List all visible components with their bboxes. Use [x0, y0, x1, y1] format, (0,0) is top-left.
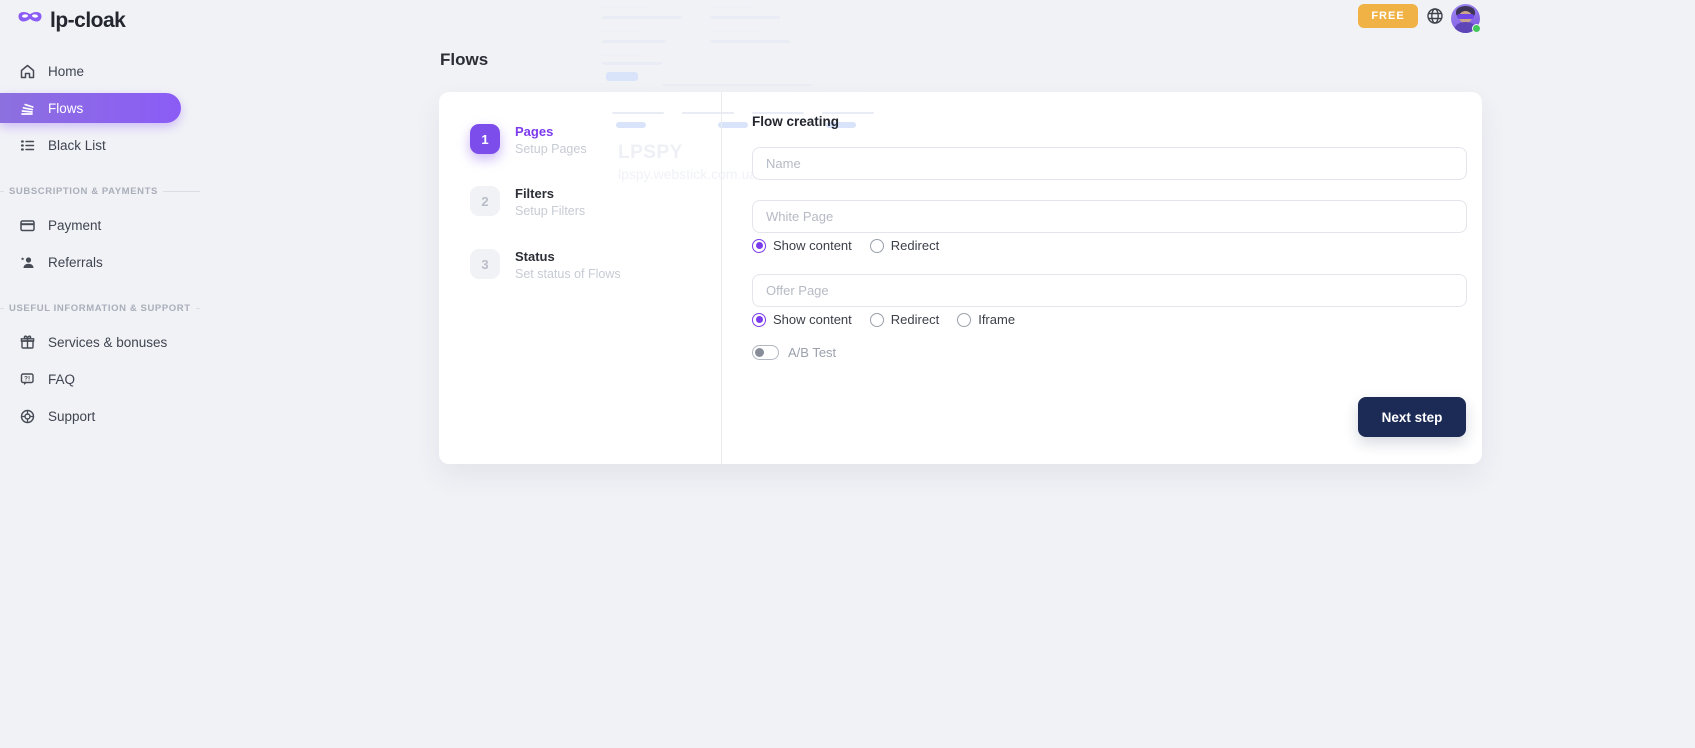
sidebar-item-home[interactable]: Home [0, 56, 200, 86]
svg-text:?!: ?! [24, 375, 30, 382]
sidebar-item-faq[interactable]: ?! FAQ [0, 364, 200, 394]
radio-unselected-icon [957, 313, 971, 327]
offer-page-input[interactable] [752, 274, 1467, 307]
section-header-support: USEFUL INFORMATION & SUPPORT [0, 298, 200, 318]
mask-logo-icon [17, 8, 43, 33]
radio-redirect[interactable]: Redirect [870, 312, 939, 327]
section-header-subscription: SUBSCRIPTION & PAYMENTS [0, 181, 200, 201]
sidebar-item-services[interactable]: Services & bonuses [0, 327, 200, 357]
sidebar-nav: Home Flows Black List [0, 56, 200, 438]
radio-selected-icon [752, 239, 766, 253]
offer-page-mode-radios: Show content Redirect Iframe [752, 312, 1015, 327]
step-status[interactable]: 3 Status Set status of Flows [470, 249, 621, 281]
language-globe-icon[interactable] [1426, 7, 1444, 25]
sidebar-item-flows[interactable]: Flows [0, 93, 181, 123]
lifebuoy-icon [19, 408, 36, 425]
step-subtitle: Setup Filters [515, 204, 585, 218]
radio-unselected-icon [870, 239, 884, 253]
step-number: 1 [470, 124, 500, 154]
step-title: Status [515, 249, 621, 264]
sidebar-item-black-list[interactable]: Black List [0, 130, 200, 160]
list-icon [19, 137, 36, 154]
sidebar-item-support[interactable]: Support [0, 401, 200, 431]
next-step-button[interactable]: Next step [1358, 397, 1466, 437]
sidebar-item-label: Support [48, 409, 95, 424]
radio-redirect[interactable]: Redirect [870, 238, 939, 253]
online-status-dot [1472, 24, 1481, 33]
ab-test-toggle-row[interactable]: A/B Test [752, 345, 836, 360]
white-page-input[interactable] [752, 200, 1467, 233]
ab-test-toggle[interactable] [752, 345, 779, 360]
white-page-mode-radios: Show content Redirect [752, 238, 939, 253]
sidebar-item-label: Referrals [48, 255, 103, 270]
step-title: Pages [515, 124, 587, 139]
sidebar-item-label: Flows [48, 101, 83, 116]
radio-iframe[interactable]: Iframe [957, 312, 1015, 327]
step-number: 3 [470, 249, 500, 279]
referral-user-icon [19, 254, 36, 271]
sidebar-item-label: FAQ [48, 372, 75, 387]
card-divider [721, 92, 722, 464]
sidebar-item-label: Payment [48, 218, 101, 233]
radio-show-content[interactable]: Show content [752, 238, 852, 253]
gift-icon [19, 334, 36, 351]
credit-card-icon [19, 217, 36, 234]
step-filters[interactable]: 2 Filters Setup Filters [470, 186, 585, 218]
home-icon [19, 63, 36, 80]
sidebar: lp-cloak Home Flows [0, 0, 200, 748]
radio-selected-icon [752, 313, 766, 327]
sidebar-item-referrals[interactable]: Referrals [0, 247, 200, 277]
faq-bubble-icon: ?! [19, 371, 36, 388]
step-pages[interactable]: 1 Pages Setup Pages [470, 124, 587, 156]
step-subtitle: Set status of Flows [515, 267, 621, 281]
form-title: Flow creating [752, 114, 839, 129]
step-number: 2 [470, 186, 500, 216]
step-subtitle: Setup Pages [515, 142, 587, 156]
sidebar-item-label: Home [48, 64, 84, 79]
sidebar-item-label: Black List [48, 138, 106, 153]
flow-creating-card-content: 1 Pages Setup Pages 2 Filters Setup Filt… [439, 92, 1482, 464]
flows-icon [19, 100, 36, 117]
brand-logo[interactable]: lp-cloak [17, 8, 125, 33]
page-title: Flows [440, 50, 488, 70]
radio-show-content[interactable]: Show content [752, 312, 852, 327]
plan-badge[interactable]: FREE [1358, 4, 1418, 28]
ab-test-label: A/B Test [788, 345, 836, 360]
flow-name-input[interactable] [752, 147, 1467, 180]
radio-unselected-icon [870, 313, 884, 327]
step-title: Filters [515, 186, 585, 201]
sidebar-item-label: Services & bonuses [48, 335, 167, 350]
sidebar-item-payment[interactable]: Payment [0, 210, 200, 240]
brand-name: lp-cloak [50, 9, 125, 33]
